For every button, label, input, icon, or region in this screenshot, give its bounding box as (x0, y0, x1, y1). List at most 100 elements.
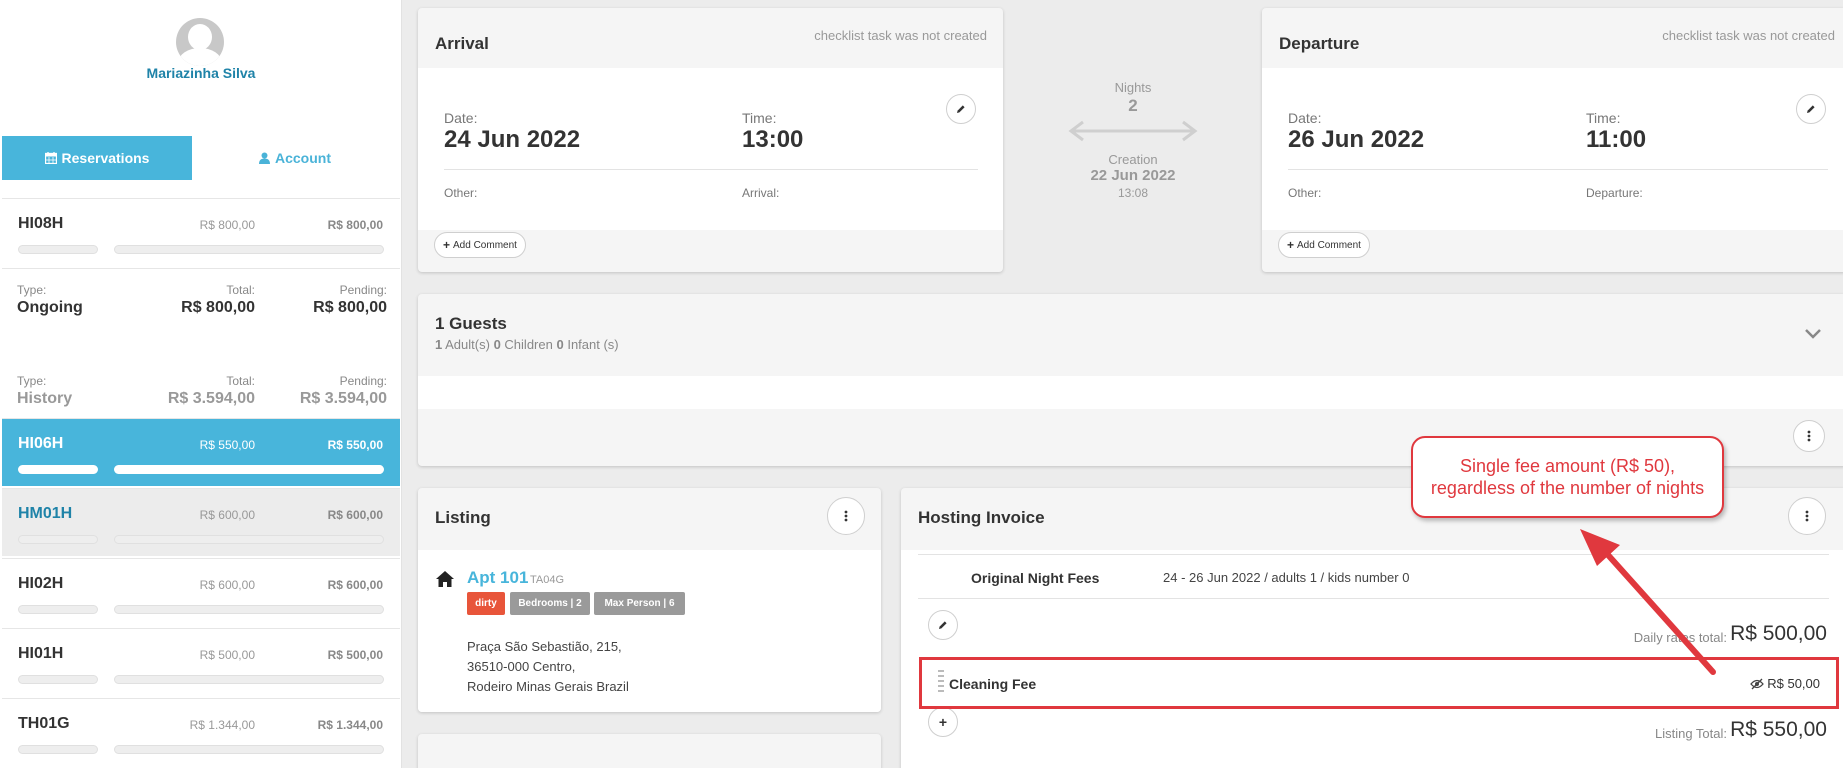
arrival-date: 24 Jun 2022 (444, 126, 581, 153)
reservation-progress-bar (18, 245, 98, 254)
reservation-progress-bar (18, 675, 98, 684)
eye-slash-icon[interactable] (1750, 678, 1764, 690)
creation-label: Creation (1108, 152, 1158, 167)
avatar[interactable] (176, 18, 224, 66)
reservation-total: R$ 600,00 (199, 578, 255, 592)
fee-name: Cleaning Fee (949, 676, 1037, 692)
user-icon (259, 152, 270, 164)
annotation-line: regardless of the number of nights (1430, 478, 1705, 498)
chevron-down-icon[interactable] (1804, 328, 1822, 340)
reservation-row-hi01h[interactable]: HI01H R$ 500,00 R$ 500,00 (2, 628, 400, 696)
tab-reservations[interactable]: Reservations (2, 136, 192, 180)
night-fees-detail: 24 - 26 Jun 2022 / adults 1 / kids numbe… (1163, 570, 1410, 585)
reservation-total: R$ 1.344,00 (189, 718, 255, 732)
reservation-progress-bar (18, 605, 98, 614)
departure-time-label: Time: (1586, 110, 1621, 126)
kebab-menu-icon (1807, 430, 1811, 442)
listing-details: Apt 101 TA04G dirty Bedrooms | 2 Max Per… (418, 550, 881, 712)
arrival-title: Arrival (435, 34, 489, 53)
listing-name-link[interactable]: Apt 101 (467, 568, 528, 588)
address-line: Praça São Sebastião, 215, (467, 639, 622, 654)
reservation-code: HI01H (18, 645, 64, 662)
reservation-progress-bar (18, 465, 98, 474)
reservation-progress-bar (18, 745, 98, 754)
departure-time: 11:00 (1586, 126, 1647, 153)
departure-card: Departure checklist task was not created… (1262, 8, 1843, 272)
adults-count: 1 (435, 337, 443, 352)
fee-amount: R$ 50,00 (1767, 676, 1820, 691)
reservation-total: R$ 800,00 (199, 218, 255, 232)
reservation-row-hi02h[interactable]: HI02H R$ 600,00 R$ 600,00 (2, 558, 400, 626)
edit-arrival-button[interactable] (946, 94, 976, 124)
reservation-pending: R$ 1.344,00 (317, 718, 383, 732)
children-label: Children (504, 337, 553, 352)
tab-account[interactable]: Account (192, 136, 398, 180)
reservation-row-th01g[interactable]: TH01G R$ 1.344,00 R$ 1.344,00 (2, 698, 400, 766)
departure-extra-label: Departure: (1586, 186, 1643, 200)
divider (444, 169, 978, 170)
home-icon (436, 571, 454, 587)
summary-ongoing: Type: Ongoing Total: R$ 800,00 Pending: … (2, 268, 400, 348)
reservation-total: R$ 500,00 (199, 648, 255, 662)
reservation-row-hi08h[interactable]: HI08H R$ 800,00 R$ 800,00 (2, 198, 400, 266)
calendar-icon (44, 152, 57, 164)
listing-total-label: Listing Total: (1654, 726, 1727, 741)
add-comment-label: Add Comment (1297, 239, 1361, 251)
listing-code: TA04G (530, 574, 565, 586)
summary-type: History (17, 390, 73, 407)
reservation-code: TH01G (18, 715, 70, 732)
departure-add-comment-button[interactable]: + Add Comment (1278, 232, 1370, 258)
infants-count: 0 (556, 337, 564, 352)
nights-count: 2 (1128, 96, 1138, 115)
annotation-callout: Single fee amount (R$ 50), regardless of… (1411, 436, 1724, 518)
invoice-title: Hosting Invoice (918, 508, 1045, 527)
departure-date: 26 Jun 2022 (1288, 126, 1425, 153)
divider (1288, 169, 1828, 170)
kebab-menu-icon (844, 510, 848, 522)
tab-reservations-label: Reservations (61, 150, 150, 166)
reservation-payment-bar (114, 535, 384, 544)
creation-time: 13:08 (1117, 186, 1149, 200)
listing-menu-button[interactable] (827, 497, 865, 535)
summary-total: R$ 800,00 (181, 299, 255, 316)
reservation-pending: R$ 550,00 (327, 438, 383, 452)
reservation-row-hm01h[interactable]: HM01H R$ 600,00 R$ 600,00 (2, 488, 400, 556)
invoice-card: Hosting Invoice Original Night Fees 24 -… (901, 488, 1843, 768)
summary-pending-label: Pending: (339, 374, 387, 388)
plus-icon: + (938, 714, 948, 730)
nights-label: Nights (1114, 80, 1152, 95)
bedrooms-badge: Bedrooms | 2 (510, 592, 590, 615)
pencil-icon (1807, 105, 1815, 113)
reservation-code: HI02H (18, 575, 64, 592)
invoice-menu-button[interactable] (1788, 497, 1826, 535)
summary-type-label: Type: (17, 283, 47, 297)
guests-title: 1 Guests (435, 314, 507, 333)
edit-night-fees-button[interactable] (928, 610, 958, 640)
reservation-code: HI08H (18, 215, 64, 232)
divider (918, 554, 1829, 555)
arrival-card: Arrival checklist task was not created D… (418, 8, 1003, 272)
edit-departure-button[interactable] (1796, 94, 1826, 124)
reservation-row-hi06h[interactable]: HI06H R$ 550,00 R$ 550,00 (2, 418, 400, 486)
user-name[interactable]: Mariazinha Silva (0, 65, 401, 81)
pencil-icon (939, 621, 947, 629)
departure-other-label: Other: (1288, 186, 1322, 200)
summary-total: R$ 3.594,00 (167, 390, 255, 407)
infants-label: Infant (s) (567, 337, 619, 352)
stay-summary: Nights 2 Creation 22 Jun 2022 13:08 (1040, 80, 1226, 200)
drag-handle-icon[interactable] (938, 670, 944, 694)
summary-type: Ongoing (17, 299, 83, 316)
guests-menu-button[interactable] (1793, 420, 1825, 452)
arrival-details: Date: 24 Jun 2022 Time: 13:00 Other: Arr… (418, 68, 1003, 230)
summary-type-label: Type: (17, 374, 47, 388)
arrival-add-comment-button[interactable]: + Add Comment (434, 232, 526, 258)
reservation-payment-bar (114, 675, 384, 684)
summary-total-label: Total: (226, 374, 255, 388)
add-fee-button[interactable]: + (928, 707, 958, 737)
kebab-menu-icon (1805, 510, 1809, 522)
summary-pending: R$ 3.594,00 (299, 390, 387, 407)
cleaning-fee-row[interactable]: Cleaning Fee R$ 50,00 (919, 657, 1839, 709)
reservation-pending: R$ 800,00 (327, 218, 383, 232)
reservation-payment-bar (114, 605, 384, 614)
listing-card: Listing Apt 101 TA04G dirty Bedrooms | 2… (418, 488, 881, 712)
